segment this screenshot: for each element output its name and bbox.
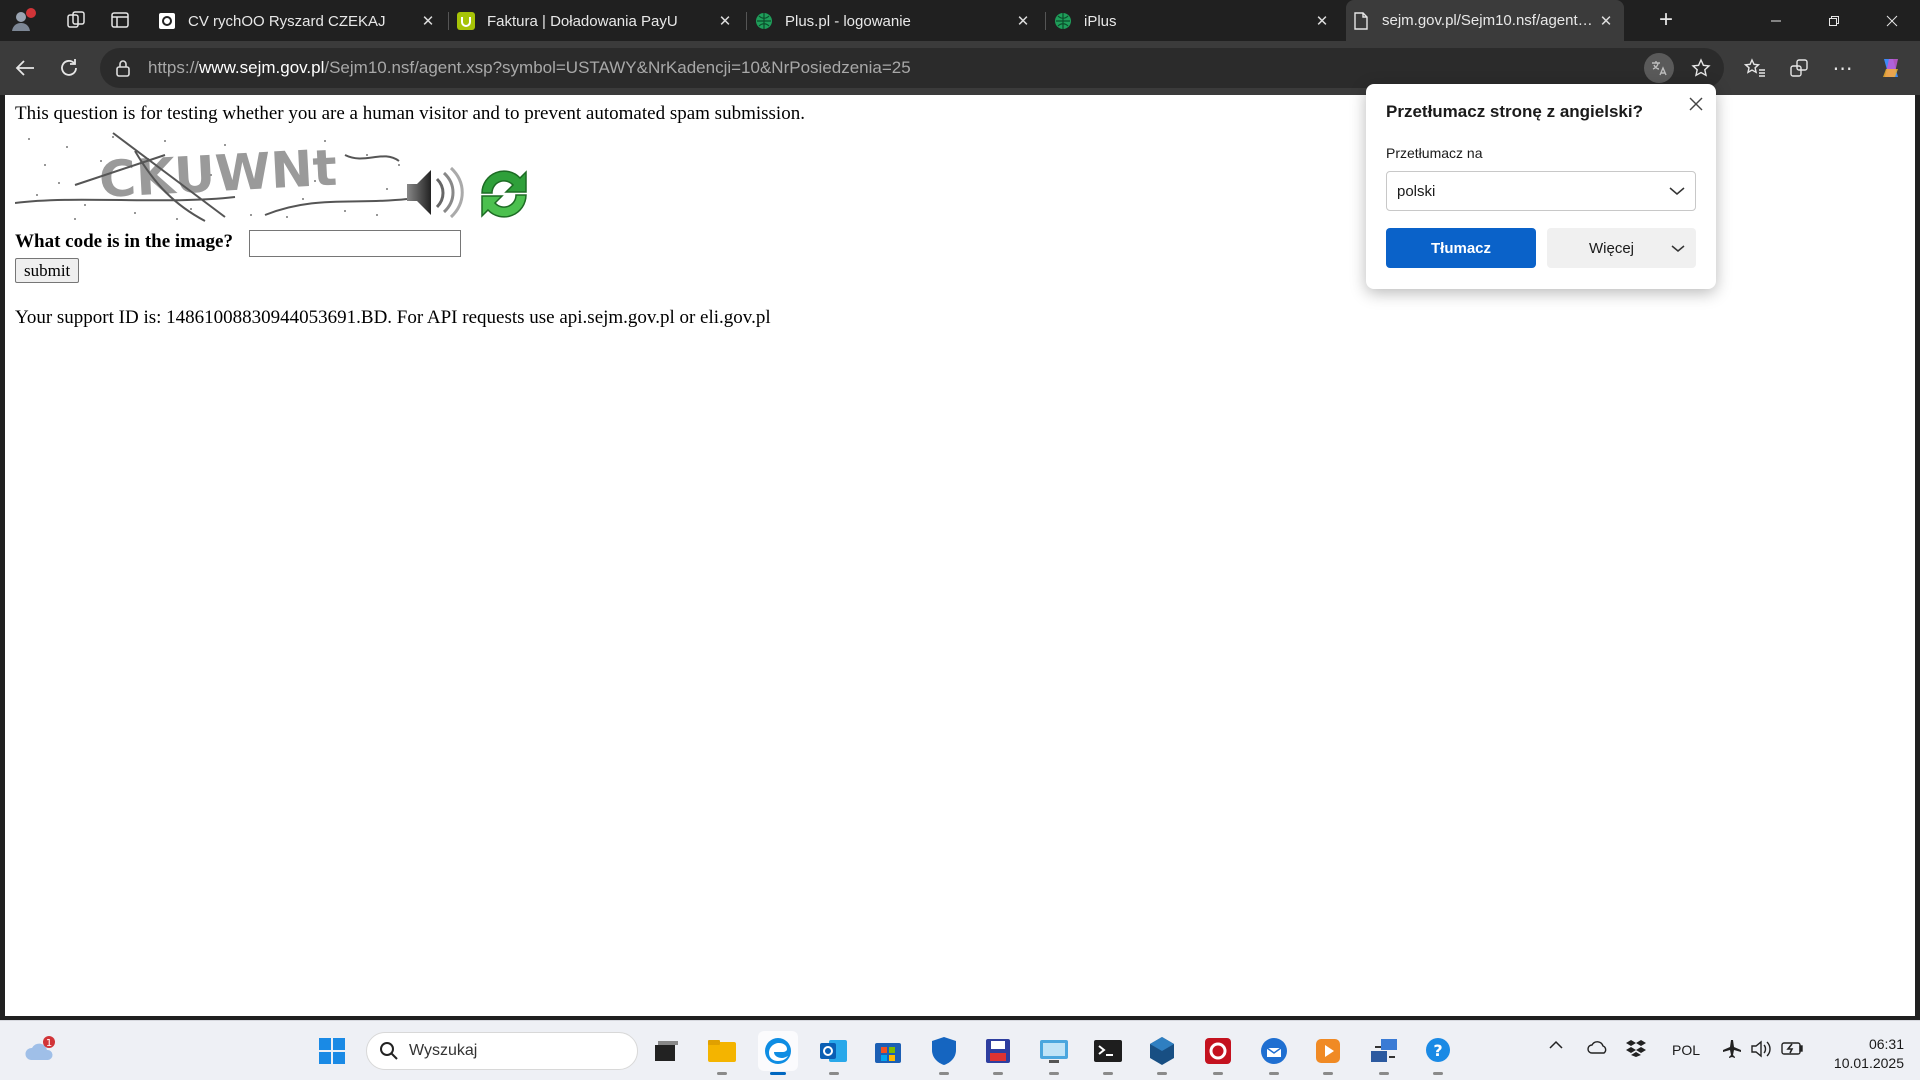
submit-button[interactable]: submit <box>15 258 80 283</box>
audio-captcha-icon[interactable] <box>405 165 470 220</box>
help-chat-icon[interactable]: ? <box>1418 1031 1458 1075</box>
refresh-captcha-icon[interactable] <box>472 163 536 225</box>
back-arrow-icon[interactable] <box>8 51 42 85</box>
close-tab-icon[interactable]: ✕ <box>1310 9 1334 33</box>
document-page-icon <box>158 12 176 30</box>
chevron-down-icon <box>1669 183 1685 200</box>
captcha-code-input[interactable] <box>249 230 461 257</box>
tab-title: Plus.pl - logowanie <box>785 12 911 30</box>
virtualbox-icon[interactable] <box>1142 1031 1182 1075</box>
translate-button[interactable]: Tłumacz <box>1386 228 1536 268</box>
onedrive-cloud-icon[interactable] <box>1586 1039 1610 1058</box>
dropbox-icon[interactable] <box>1626 1039 1646 1060</box>
clock-time: 06:31 <box>1868 1036 1904 1052</box>
tab-cv[interactable]: CV rychOO Ryszard CZEKAJ ✕ <box>152 6 446 36</box>
translate-icon[interactable] <box>1644 53 1674 83</box>
profile-avatar-icon[interactable] <box>8 6 40 34</box>
weather-widget-icon[interactable]: 1 <box>20 1031 60 1071</box>
chevron-down-icon <box>1660 244 1696 253</box>
support-id-text: Your support ID is: 14861008830944053691… <box>15 307 771 328</box>
blank-page-icon <box>1352 11 1370 30</box>
terminal-icon[interactable] <box>1088 1031 1128 1075</box>
more-button-label: Więcej <box>1588 239 1634 257</box>
taskbar-search[interactable]: Wyszukaj <box>366 1032 638 1070</box>
payu-icon <box>457 12 475 30</box>
defender-shield-icon[interactable] <box>924 1031 964 1075</box>
pdf-reader-icon[interactable] <box>1198 1031 1238 1075</box>
browser-essentials-icon[interactable] <box>1782 51 1816 85</box>
restore-icon[interactable] <box>1806 0 1862 41</box>
workspaces-icon[interactable] <box>60 6 92 34</box>
copilot-icon[interactable] <box>1874 51 1908 85</box>
tab-plus-login[interactable]: Plus.pl - logowanie ✕ <box>749 6 1041 36</box>
search-icon <box>379 1041 399 1061</box>
close-tab-icon[interactable]: ✕ <box>1011 9 1035 33</box>
start-windows-icon[interactable] <box>312 1031 352 1071</box>
lock-icon[interactable] <box>112 59 134 77</box>
captcha-image: CKUWNt <box>15 125 407 223</box>
translate-language-select[interactable]: polski <box>1386 171 1696 211</box>
close-tab-icon[interactable]: ✕ <box>713 9 737 33</box>
microsoft-store-icon[interactable] <box>868 1031 908 1071</box>
tab-separator <box>746 12 747 30</box>
airplane-mode-icon[interactable] <box>1722 1039 1742 1062</box>
clock[interactable]: 06:31 10.01.2025 <box>1818 1035 1904 1073</box>
battery-charging-icon[interactable] <box>1780 1039 1804 1060</box>
tab-title: CV rychOO Ryszard CZEKAJ <box>188 12 386 30</box>
thunderbird-mail-icon[interactable] <box>1254 1031 1294 1075</box>
tab-title: sejm.gov.pl/Sejm10.nsf/agent.xsp <box>1382 12 1594 29</box>
remote-desktop-icon[interactable] <box>1034 1031 1074 1075</box>
question-text: This question is for testing whether you… <box>15 103 805 124</box>
close-icon[interactable] <box>1684 92 1708 116</box>
plus-globe-icon <box>755 12 773 30</box>
close-tab-icon[interactable]: ✕ <box>1594 9 1618 33</box>
new-tab-icon[interactable]: + <box>1650 6 1682 34</box>
translate-popup: Przetłumacz stronę z angielski? Przetłum… <box>1366 84 1716 289</box>
plus-globe-icon <box>1054 12 1072 30</box>
tab-strip: CV rychOO Ryszard CZEKAJ ✕ Faktura | Doł… <box>0 0 1920 41</box>
url-scheme: https:// <box>148 58 200 77</box>
tab-separator <box>1045 12 1046 30</box>
more-button[interactable]: Więcej <box>1547 228 1696 268</box>
file-explorer-icon[interactable] <box>702 1031 742 1075</box>
weather-badge: 1 <box>46 1038 52 1049</box>
edge-browser-icon[interactable] <box>758 1031 798 1075</box>
url-path: /Sejm10.nsf/agent.xsp?symbol=USTAWY&NrKa… <box>324 58 911 77</box>
tab-sejm[interactable]: sejm.gov.pl/Sejm10.nsf/agent.xsp ✕ <box>1346 0 1624 41</box>
save-disk-app-icon[interactable] <box>978 1031 1018 1075</box>
language-indicator[interactable]: POL <box>1672 1042 1700 1058</box>
minimize-icon[interactable] <box>1748 0 1804 41</box>
task-view-icon[interactable] <box>646 1031 686 1071</box>
url-host: www.sejm.gov.pl <box>199 58 325 77</box>
clock-date: 10.01.2025 <box>1833 1055 1904 1071</box>
more-options-icon[interactable]: ⋯ <box>1826 51 1860 85</box>
favorites-list-icon[interactable] <box>1738 51 1772 85</box>
network-tool-icon[interactable] <box>1364 1031 1404 1075</box>
translate-title: Przetłumacz stronę z angielski? <box>1386 102 1643 121</box>
tab-iplus[interactable]: iPlus ✕ <box>1048 6 1340 36</box>
code-label: What code is in the image? <box>15 231 233 252</box>
tab-title: Faktura | Doładowania PayU <box>487 12 678 30</box>
media-player-icon[interactable] <box>1308 1031 1348 1075</box>
tab-separator <box>448 12 449 30</box>
vertical-tabs-icon[interactable] <box>104 6 136 34</box>
close-window-icon[interactable] <box>1864 0 1920 41</box>
refresh-icon[interactable] <box>52 51 86 85</box>
tab-payu[interactable]: Faktura | Doładowania PayU ✕ <box>451 6 743 36</box>
taskbar: 1 Wyszukaj ? POL 06:31 10.01.2025 <box>0 1020 1920 1080</box>
outlook-icon[interactable] <box>814 1031 854 1075</box>
translate-target-label: Przetłumacz na <box>1386 145 1483 161</box>
show-hidden-icons-chevron-icon[interactable] <box>1548 1038 1564 1055</box>
close-tab-icon[interactable]: ✕ <box>416 9 440 33</box>
volume-icon[interactable] <box>1750 1039 1772 1062</box>
translate-language-value: polski <box>1397 182 1436 200</box>
search-placeholder: Wyszukaj <box>409 1042 478 1059</box>
tab-title: iPlus <box>1084 12 1117 30</box>
address-bar[interactable]: https://www.sejm.gov.pl/Sejm10.nsf/agent… <box>100 48 1724 88</box>
favorite-star-icon[interactable] <box>1684 51 1718 85</box>
url-text: https://www.sejm.gov.pl/Sejm10.nsf/agent… <box>148 58 911 78</box>
svg-text:?: ? <box>1433 1041 1442 1060</box>
